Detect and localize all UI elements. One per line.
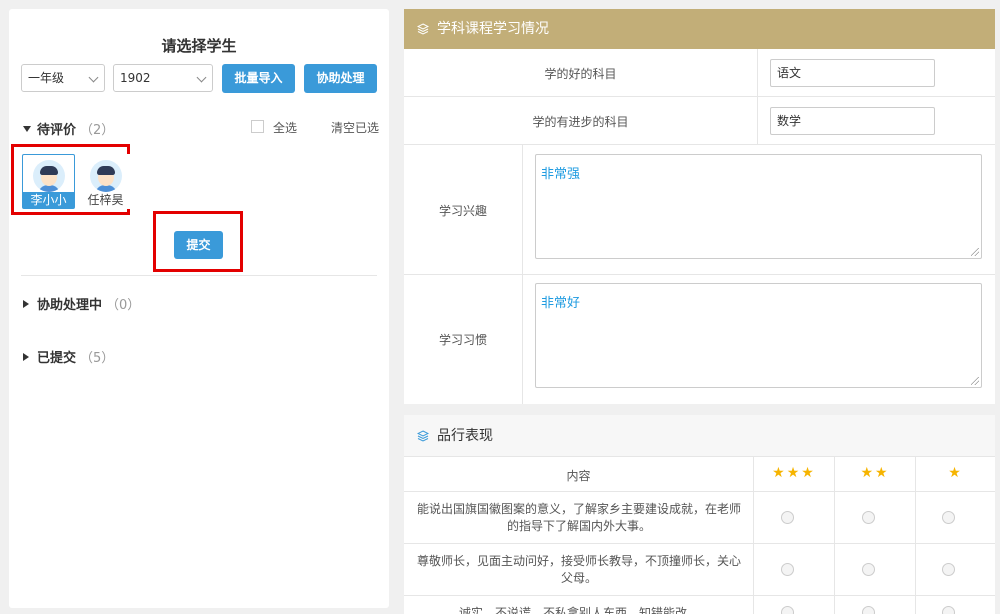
panel-title: 请选择学生	[161, 37, 237, 55]
conduct-row: 能说出国旗国徽图案的意义，了解家乡主要建设成就，在老师的指导下了解国内外大事。	[404, 492, 995, 544]
study-row: 学的有进步的科目 数学	[404, 97, 995, 145]
resize-grip-icon[interactable]	[971, 377, 979, 385]
batch-import-button[interactable]: 批量导入	[222, 64, 295, 93]
section-submitted-count: （5）	[80, 351, 115, 366]
divider	[21, 275, 377, 276]
layers-icon	[417, 430, 429, 442]
section-assisting[interactable]: 协助处理中 （0）	[23, 294, 140, 313]
section-assisting-count: （0）	[106, 298, 141, 313]
student-avatar	[33, 160, 65, 192]
rating-radio-2[interactable]	[862, 606, 875, 614]
rating-radio-2[interactable]	[862, 511, 875, 524]
study-row-label: 学的好的科目	[544, 67, 617, 81]
study-row: 学习兴趣 非常强	[404, 145, 995, 275]
class-select-value: 1902	[120, 71, 151, 85]
conduct-card: 品行表现 内容 ★★★ ★★ ★ 能说出国旗国徽图案的意义，了解家乡主要建设成就…	[404, 415, 995, 614]
section-pending[interactable]: 待评价 （2）	[23, 119, 114, 138]
one-star-header: ★	[948, 465, 963, 481]
study-row-label: 学习兴趣	[438, 204, 487, 218]
chevron-down-icon	[88, 72, 99, 83]
student-card[interactable]: 任梓昊	[79, 154, 132, 209]
conduct-item-text: 能说出国旗国徽图案的意义，了解家乡主要建设成就，在老师的指导下了解国内外大事。	[416, 502, 741, 533]
layers-icon	[417, 23, 429, 35]
student-selector-panel: 请选择学生 一年级 1902 批量导入 协助处理 待评价 （2） 全选 清空已选 …	[9, 9, 389, 608]
resize-grip-icon[interactable]	[971, 248, 979, 256]
student-card[interactable]: 李小小	[22, 154, 75, 209]
rating-radio-3[interactable]	[781, 606, 794, 614]
conduct-item-text: 尊敬师长，见面主动问好，接受师长教导，不顶撞师长，关心父母。	[416, 554, 741, 585]
chevron-down-icon	[196, 72, 207, 83]
rating-radio-3[interactable]	[781, 563, 794, 576]
grade-select-value: 一年级	[28, 71, 65, 85]
study-row: 学习习惯 非常好	[404, 275, 995, 404]
study-row-label: 学的有进步的科目	[532, 115, 629, 129]
conduct-header-row: 内容 ★★★ ★★ ★	[404, 457, 995, 492]
two-star-header: ★★	[860, 465, 890, 481]
rating-radio-2[interactable]	[862, 563, 875, 576]
student-avatar	[90, 160, 122, 192]
study-card: 学科课程学习情况 学的好的科目 语文 学的有进步的科目 数学 学习兴趣 非常强 …	[404, 9, 995, 404]
rating-radio-1[interactable]	[942, 606, 955, 614]
student-name: 任梓昊	[87, 193, 124, 207]
section-assisting-label: 协助处理中	[37, 298, 103, 313]
study-card-title: 学科课程学习情况	[437, 21, 549, 37]
interest-textarea[interactable]: 非常强	[535, 154, 982, 259]
habit-text: 非常好	[541, 296, 581, 311]
study-row-label: 学习习惯	[438, 333, 487, 347]
caret-right-icon	[23, 300, 29, 308]
conduct-item-text: 诚实，不说谎，不私拿别人东西，知错能改。	[458, 606, 699, 614]
class-select[interactable]: 1902	[113, 64, 213, 92]
caret-down-icon	[23, 126, 31, 132]
section-pending-count: （2）	[80, 123, 115, 138]
assist-process-button[interactable]: 协助处理	[304, 64, 377, 93]
rating-radio-1[interactable]	[942, 511, 955, 524]
section-pending-label: 待评价	[37, 123, 77, 138]
conduct-card-title: 品行表现	[437, 428, 493, 444]
section-submitted[interactable]: 已提交 （5）	[23, 347, 114, 366]
student-name: 李小小	[23, 192, 74, 208]
study-card-header: 学科课程学习情况	[404, 9, 995, 49]
conduct-row: 尊敬师长，见面主动问好，接受师长教导，不顶撞师长，关心父母。	[404, 544, 995, 596]
select-all-label[interactable]: 全选	[273, 119, 297, 136]
habit-textarea[interactable]: 非常好	[535, 283, 982, 388]
interest-text: 非常强	[541, 167, 581, 182]
section-submitted-label: 已提交	[37, 351, 77, 366]
clear-selected-link[interactable]: 清空已选	[331, 119, 379, 136]
study-row: 学的好的科目 语文	[404, 49, 995, 97]
select-all-checkbox[interactable]	[251, 120, 264, 133]
rating-radio-3[interactable]	[781, 511, 794, 524]
grade-select[interactable]: 一年级	[21, 64, 105, 92]
conduct-row: 诚实，不说谎，不私拿别人东西，知错能改。	[404, 596, 995, 614]
improved-subject-input[interactable]: 数学	[770, 107, 935, 135]
submit-button[interactable]: 提交	[174, 231, 223, 259]
conduct-card-header: 品行表现	[404, 415, 995, 457]
content-column-header: 内容	[566, 469, 591, 483]
caret-right-icon	[23, 353, 29, 361]
rating-radio-1[interactable]	[942, 563, 955, 576]
good-subject-input[interactable]: 语文	[770, 59, 935, 87]
three-star-header: ★★★	[772, 465, 816, 481]
